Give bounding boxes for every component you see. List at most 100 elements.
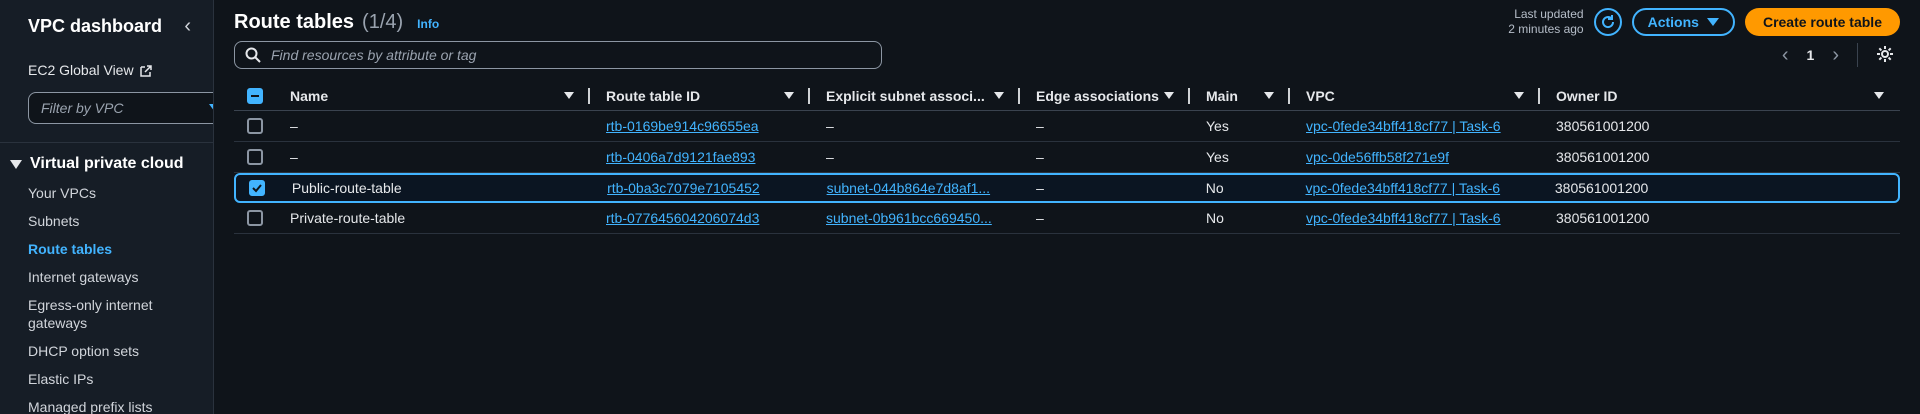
search-row: ‹ 1 › — [234, 41, 1900, 69]
search-icon — [245, 47, 261, 63]
cell-name: Public-route-table — [291, 180, 402, 196]
sidebar-item-your-vpcs[interactable]: Your VPCs — [28, 179, 168, 207]
cell-name: – — [290, 149, 298, 165]
row-select-cell — [234, 149, 290, 165]
page-title: Route tables — [234, 10, 355, 33]
row-select-cell — [236, 180, 292, 196]
route-table-id-link[interactable]: rtb-0169be914c96655ea — [606, 118, 759, 134]
column-header-explicit-subnet[interactable]: Explicit subnet associ... — [810, 81, 1020, 111]
cell-subnet: – — [826, 118, 834, 134]
sidebar-title[interactable]: VPC dashboard — [28, 16, 162, 37]
column-header-route-table-id[interactable]: Route table ID — [590, 81, 810, 111]
main-content: Route tables (1/4) Info Last updated 2 m… — [214, 0, 1920, 414]
column-header-label: Owner ID — [1556, 87, 1618, 104]
sort-caret-icon — [1514, 92, 1524, 99]
cell-main: Yes — [1206, 149, 1229, 165]
search-input[interactable] — [271, 47, 871, 63]
ec2-global-view-link[interactable]: EC2 Global View — [28, 62, 213, 78]
subnet-link[interactable]: subnet-0b961bcc669450... — [826, 210, 992, 226]
filter-by-vpc-select[interactable]: Filter by VPC — [28, 92, 213, 124]
column-header-label: Edge associations — [1036, 87, 1159, 104]
title-group: Route tables (1/4) Info — [234, 5, 439, 34]
sort-caret-icon — [1164, 92, 1174, 99]
cell-main: No — [1206, 210, 1224, 226]
cell-name: – — [290, 118, 298, 134]
cell-main: Yes — [1206, 118, 1229, 134]
vpc-link[interactable]: vpc-0fede34bff418cf77 | Task-6 — [1306, 118, 1501, 134]
row-checkbox-checked[interactable] — [249, 180, 265, 196]
subnet-link[interactable]: subnet-044b864e7d8af1... — [827, 180, 990, 196]
sort-caret-icon — [1264, 92, 1274, 99]
column-header-vpc[interactable]: VPC — [1290, 81, 1540, 111]
sidebar: VPC dashboard ‹ EC2 Global View Filter b… — [0, 0, 214, 414]
sidebar-section-virtual-private-cloud[interactable]: Virtual private cloud — [10, 155, 213, 173]
settings-button[interactable] — [1876, 45, 1894, 66]
refresh-button[interactable] — [1593, 8, 1622, 36]
cell-edge: – — [1036, 210, 1044, 226]
cell-owner-id: 380561001200 — [1554, 180, 1649, 196]
column-header-edge-associations[interactable]: Edge associations — [1020, 81, 1190, 111]
chevron-down-icon — [1706, 18, 1719, 26]
column-header-main[interactable]: Main — [1190, 81, 1290, 111]
table-row[interactable]: – rtb-0169be914c96655ea – – Yes vpc-0fed… — [234, 111, 1900, 142]
route-tables-table: Name Route table ID Explicit subnet asso… — [234, 81, 1900, 234]
page-number[interactable]: 1 — [1807, 47, 1815, 63]
info-link[interactable]: Info — [417, 17, 439, 31]
next-page-icon[interactable]: › — [1832, 44, 1839, 67]
row-checkbox[interactable] — [247, 149, 263, 165]
checkmark-icon — [252, 184, 262, 193]
column-header-label: VPC — [1306, 87, 1335, 104]
table-header: Name Route table ID Explicit subnet asso… — [234, 81, 1900, 111]
actions-button[interactable]: Actions — [1631, 8, 1735, 36]
sidebar-item-dhcp-option-sets[interactable]: DHCP option sets — [28, 337, 168, 365]
search-box[interactable] — [234, 41, 882, 69]
row-checkbox[interactable] — [247, 118, 263, 134]
sidebar-items: Your VPCs Subnets Route tables Internet … — [28, 179, 213, 414]
expand-caret-icon — [10, 159, 22, 169]
actions-label: Actions — [1647, 14, 1699, 30]
table-row[interactable]: – rtb-0406a7d9121fae893 – – Yes vpc-0de5… — [234, 142, 1900, 173]
column-header-label: Name — [290, 87, 329, 104]
row-select-cell — [234, 210, 290, 226]
column-header-label: Main — [1206, 87, 1238, 104]
pagination-divider — [1857, 43, 1858, 67]
table-row[interactable]: Private-route-table rtb-077645604206074d… — [234, 203, 1900, 234]
header-actions: Last updated 2 minutes ago Actions Creat… — [1508, 1, 1900, 37]
cell-owner-id: 380561001200 — [1556, 210, 1650, 226]
sidebar-item-internet-gateways[interactable]: Internet gateways — [28, 263, 168, 291]
sort-caret-icon — [784, 92, 794, 99]
sidebar-item-subnets[interactable]: Subnets — [28, 207, 168, 235]
sidebar-item-managed-prefix-lists[interactable]: Managed prefix lists — [28, 393, 168, 414]
cell-name: Private-route-table — [290, 210, 406, 226]
sidebar-item-elastic-ips[interactable]: Elastic IPs — [28, 365, 168, 393]
cell-subnet: – — [826, 149, 834, 165]
sidebar-header: VPC dashboard ‹ — [28, 0, 213, 52]
sidebar-item-route-tables[interactable]: Route tables — [28, 235, 168, 263]
create-route-table-button[interactable]: Create route table — [1744, 8, 1900, 36]
sort-caret-icon — [564, 92, 574, 99]
vpc-link[interactable]: vpc-0fede34bff418cf77 | Task-6 — [1306, 210, 1501, 226]
route-table-id-link[interactable]: rtb-077645604206074d3 — [606, 210, 759, 226]
app-root: VPC dashboard ‹ EC2 Global View Filter b… — [0, 0, 1920, 414]
route-table-id-link[interactable]: rtb-0406a7d9121fae893 — [606, 149, 755, 165]
row-checkbox[interactable] — [247, 210, 263, 226]
select-all-cell — [234, 81, 290, 111]
sort-caret-icon — [1874, 92, 1884, 99]
collapse-sidebar-icon[interactable]: ‹ — [184, 15, 191, 38]
sidebar-section-title: Virtual private cloud — [30, 155, 184, 172]
select-all-checkbox[interactable] — [247, 87, 263, 104]
last-updated: Last updated 2 minutes ago — [1508, 7, 1583, 37]
external-link-icon — [139, 64, 152, 77]
cell-owner-id: 380561001200 — [1556, 118, 1650, 134]
vpc-link[interactable]: vpc-0fede34bff418cf77 | Task-6 — [1306, 180, 1501, 196]
sidebar-divider — [0, 142, 213, 143]
column-header-owner-id[interactable]: Owner ID — [1540, 81, 1900, 111]
table-row-selected[interactable]: Public-route-table rtb-0ba3c7079e7105452… — [234, 173, 1900, 203]
column-header-label: Explicit subnet associ... — [826, 87, 985, 104]
previous-page-icon[interactable]: ‹ — [1782, 44, 1789, 67]
cell-main: No — [1205, 180, 1224, 196]
sidebar-item-egress-only-internet-gateways[interactable]: Egress-only internet gateways — [28, 291, 168, 337]
route-table-id-link[interactable]: rtb-0ba3c7079e7105452 — [607, 180, 760, 196]
vpc-link[interactable]: vpc-0de56ffb58f271e9f — [1306, 149, 1449, 165]
column-header-name[interactable]: Name — [290, 81, 590, 111]
